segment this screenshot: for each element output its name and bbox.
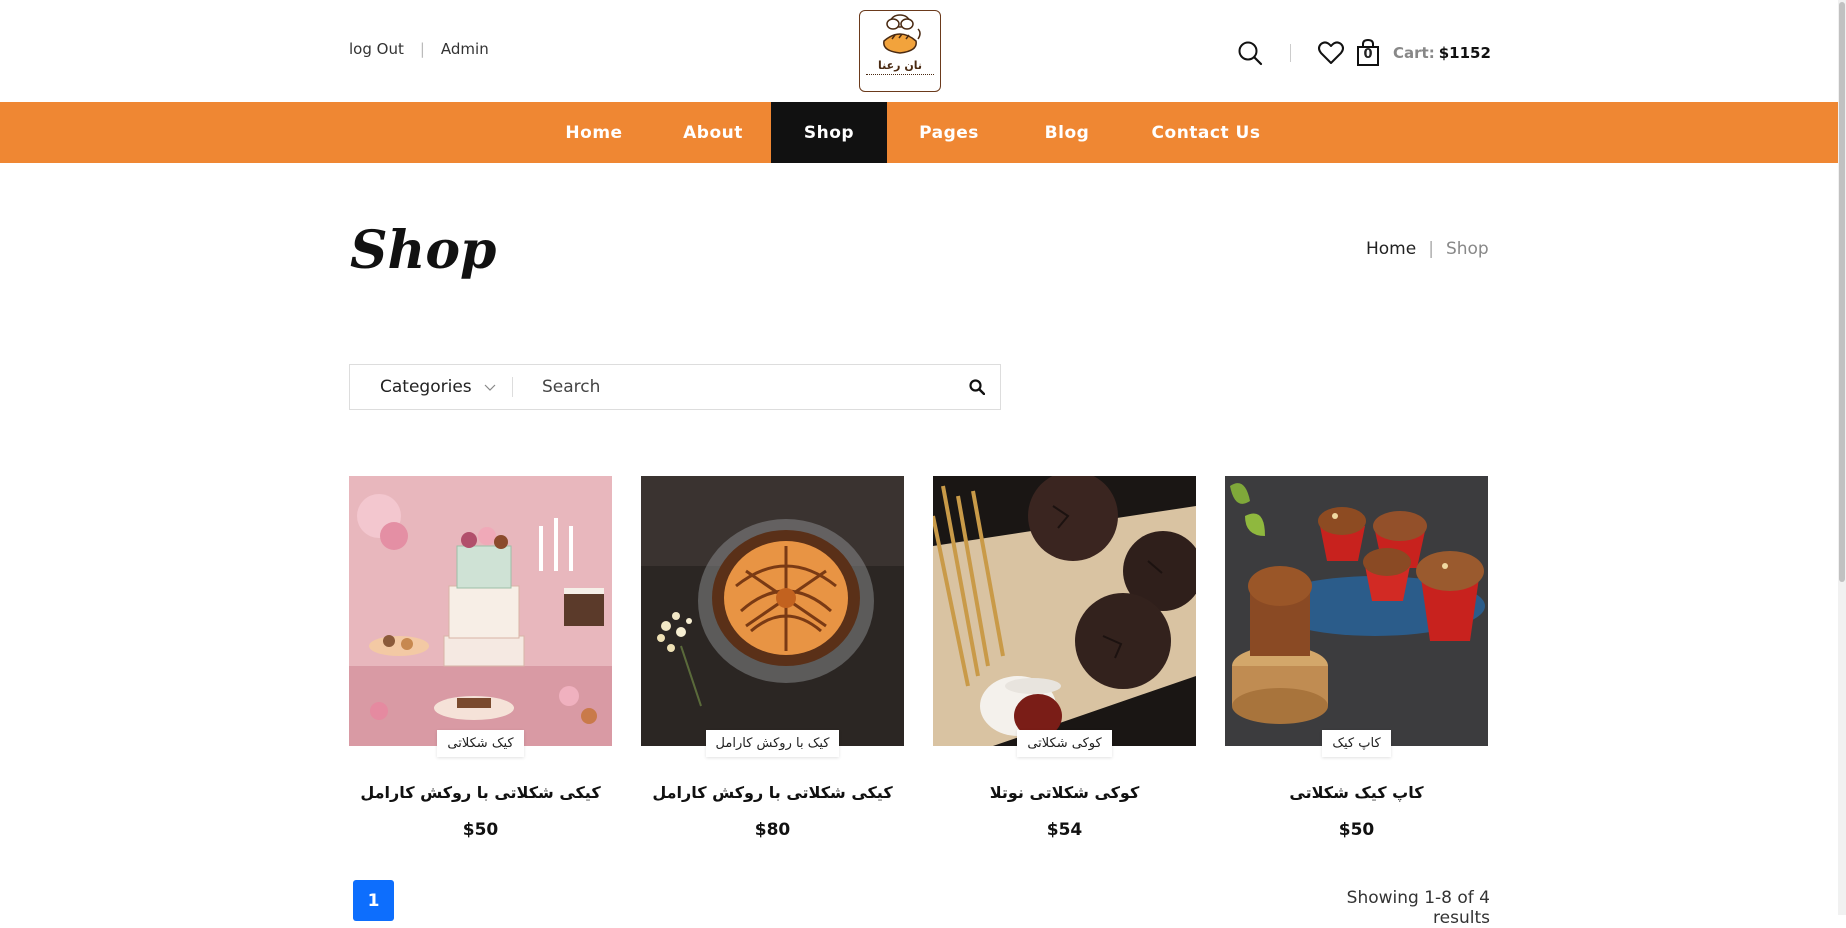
search-icon[interactable] bbox=[1234, 37, 1266, 69]
main-nav: Home About Shop Pages Blog Contact Us bbox=[0, 102, 1838, 163]
logo-tagline-line bbox=[866, 74, 934, 78]
product-category-tag[interactable]: کیک با روکش کارامل bbox=[705, 730, 840, 757]
chevron-down-icon bbox=[484, 377, 496, 397]
product-image[interactable] bbox=[1225, 476, 1488, 746]
shopping-bag-icon: 0 bbox=[1355, 38, 1381, 67]
product-image[interactable] bbox=[349, 476, 612, 746]
product-category-tag[interactable]: کیک شکلاتی bbox=[437, 730, 524, 757]
nav-item-pages[interactable]: Pages bbox=[887, 102, 1011, 163]
categories-dropdown[interactable]: Categories bbox=[350, 365, 512, 409]
product-grid: کیک شکلاتی کیکی شکلاتی با روکش کارامل $5… bbox=[349, 476, 1490, 846]
product-image[interactable] bbox=[933, 476, 1196, 746]
search-submit-icon[interactable] bbox=[966, 376, 988, 398]
nav-item-shop[interactable]: Shop bbox=[771, 102, 887, 163]
chocolate-cookies-photo bbox=[933, 476, 1196, 746]
scrollbar-thumb[interactable] bbox=[1839, 2, 1845, 582]
cart-label: Cart: bbox=[1393, 44, 1435, 62]
product-name[interactable]: کیکی شکلاتی با روکش کارامل bbox=[641, 783, 904, 802]
product-price: $50 bbox=[1338, 820, 1375, 840]
logout-link[interactable]: log Out bbox=[349, 40, 404, 58]
header-actions: 0 Cart: $1152 bbox=[1234, 36, 1491, 70]
search-divider bbox=[512, 377, 513, 397]
product-search-bar: Categories bbox=[349, 364, 1001, 410]
account-links: log Out | Admin bbox=[349, 40, 489, 58]
cart-count: 0 bbox=[1363, 47, 1373, 62]
admin-link[interactable]: Admin bbox=[441, 40, 489, 58]
chocolate-cupcakes-photo bbox=[1225, 476, 1488, 746]
cart-button[interactable]: 0 Cart: $1152 bbox=[1355, 38, 1491, 67]
product-name[interactable]: کاپ کیک شکلاتی bbox=[1225, 783, 1488, 802]
nav-menu: Home About Shop Pages Blog Contact Us bbox=[533, 102, 1289, 163]
breadcrumb-separator: | bbox=[1428, 239, 1434, 259]
page-title: Shop bbox=[350, 220, 497, 281]
product-price: $80 bbox=[754, 820, 791, 840]
product-category-tag[interactable]: کاپ کیک bbox=[1322, 730, 1391, 757]
breadcrumb-current: Shop bbox=[1445, 239, 1489, 259]
logo-text: نان رعنا bbox=[878, 59, 922, 72]
decorated-cake-table-photo bbox=[349, 476, 612, 746]
heart-icon[interactable] bbox=[1315, 37, 1347, 69]
product-price: $50 bbox=[462, 820, 499, 840]
breadcrumb-home-link[interactable]: Home bbox=[1366, 239, 1416, 259]
product-price: $54 bbox=[1046, 820, 1083, 840]
categories-label: Categories bbox=[380, 377, 472, 397]
product-image[interactable] bbox=[641, 476, 904, 746]
site-header: log Out | Admin نان رعنا 0 Cart: $1152 bbox=[0, 0, 1838, 102]
site-logo[interactable]: نان رعنا bbox=[859, 10, 941, 92]
nav-item-blog[interactable]: Blog bbox=[1011, 102, 1123, 163]
nav-item-contact[interactable]: Contact Us bbox=[1123, 102, 1289, 163]
results-count: Showing 1-8 of 4 results bbox=[1346, 888, 1490, 928]
caramel-cake-photo bbox=[641, 476, 904, 746]
nav-item-home[interactable]: Home bbox=[533, 102, 655, 163]
search-input[interactable] bbox=[530, 371, 974, 403]
product-name[interactable]: کیکی شکلاتی با روکش کارامل bbox=[349, 783, 612, 802]
bread-chef-icon bbox=[883, 14, 921, 54]
page-scrollbar[interactable] bbox=[1838, 0, 1846, 915]
product-name[interactable]: کوکی شکلاتی نوتلا bbox=[933, 783, 1196, 802]
link-separator: | bbox=[419, 40, 425, 58]
nav-item-about[interactable]: About bbox=[655, 102, 771, 163]
cart-total: $1152 bbox=[1438, 44, 1491, 62]
header-divider bbox=[1290, 44, 1291, 62]
product-category-tag[interactable]: کوکی شکلاتی bbox=[1017, 730, 1112, 757]
breadcrumb: Home | Shop bbox=[1366, 239, 1489, 259]
